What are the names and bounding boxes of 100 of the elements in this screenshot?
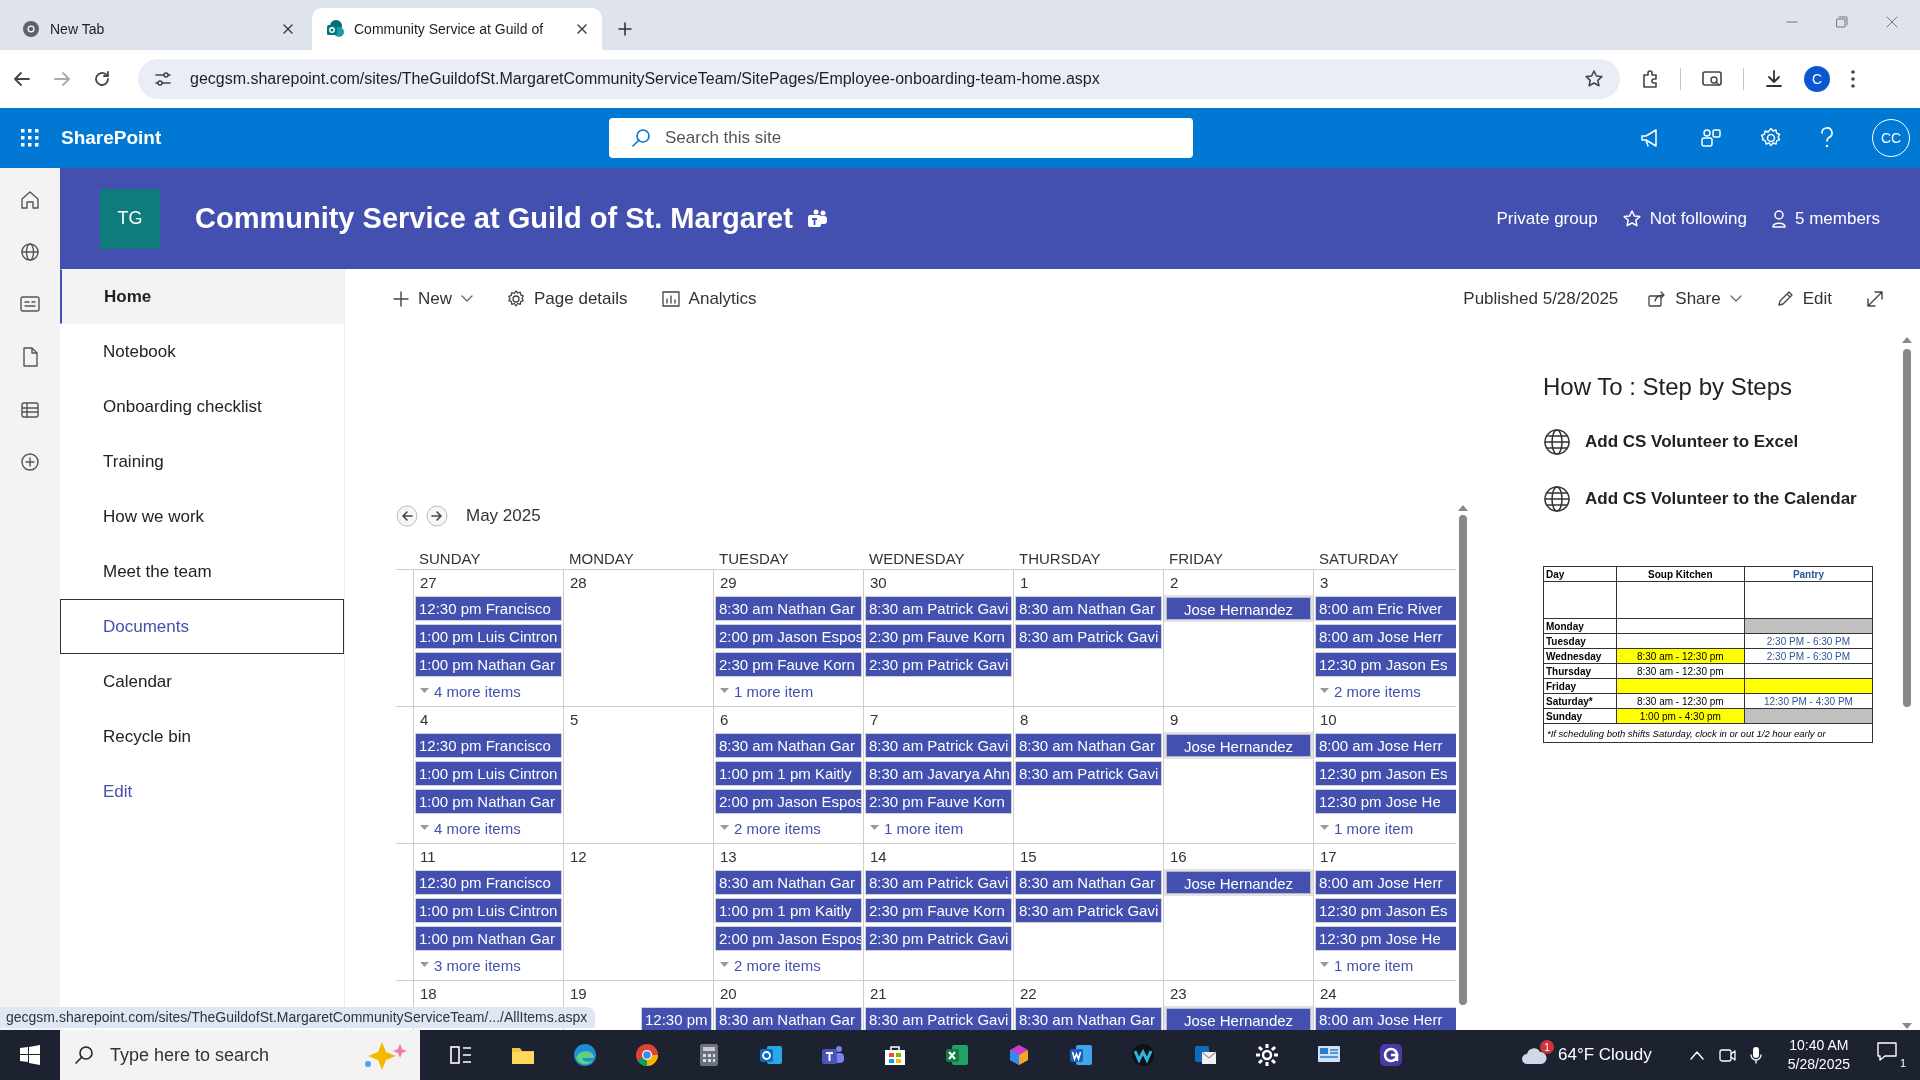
- share-icon[interactable]: [1700, 127, 1722, 149]
- calendar-event[interactable]: 12:30 pm Jason Es: [1316, 899, 1456, 922]
- members-button[interactable]: 5 members: [1770, 208, 1880, 229]
- share-button[interactable]: Share: [1648, 288, 1742, 309]
- new-tab-icon[interactable]: [618, 22, 632, 36]
- calendar-event[interactable]: 8:30 am Nathan Gar: [1016, 597, 1161, 620]
- follow-button[interactable]: Not following: [1621, 208, 1747, 229]
- calendar-event[interactable]: 1:00 pm Nathan Gar: [416, 927, 561, 950]
- more-items-link[interactable]: 4 more items: [416, 818, 561, 838]
- calendar-event[interactable]: 8:30 am Patrick Gavi: [1016, 625, 1161, 648]
- calendar-event[interactable]: 2:30 pm Fauve Korn: [866, 625, 1011, 648]
- document-app-icon[interactable]: [1068, 1042, 1094, 1068]
- app-name[interactable]: SharePoint: [61, 127, 609, 149]
- browser-icon[interactable]: [634, 1042, 660, 1068]
- calendar-event[interactable]: 8:30 am Patrick Gavi: [866, 871, 1011, 894]
- calendar-event[interactable]: Jose Hernandez: [1166, 1008, 1311, 1030]
- calendar-event[interactable]: 1:00 pm Luis Cintron: [416, 899, 561, 922]
- calendar-event[interactable]: 12:30 pm Jose He: [1316, 790, 1456, 813]
- calendar-event[interactable]: 8:30 am Nathan Gar: [1016, 871, 1161, 894]
- analytics-button[interactable]: Analytics: [661, 288, 757, 309]
- calendar-event[interactable]: Jose Hernandez: [1166, 871, 1311, 894]
- nav-item[interactable]: Calendar: [60, 654, 344, 709]
- expand-icon[interactable]: [1866, 289, 1884, 308]
- chevron-up-icon[interactable]: [1689, 1050, 1704, 1060]
- next-month-icon[interactable]: [426, 505, 448, 527]
- calendar-event[interactable]: 2:30 pm Fauve Korn: [716, 653, 861, 676]
- more-items-link[interactable]: 2 more items: [716, 955, 861, 975]
- notifications-button[interactable]: 1: [1876, 1041, 1906, 1069]
- calendar-event[interactable]: 12:30 pm Francisco: [416, 734, 561, 757]
- scrollbar[interactable]: [1902, 336, 1912, 1030]
- calendar-event[interactable]: 8:30 am Nathan Gar: [716, 734, 861, 757]
- calendar-event[interactable]: 8:30 am Patrick Gavi: [1016, 762, 1161, 785]
- app-launcher-icon[interactable]: [21, 129, 39, 147]
- calendar-event[interactable]: 12:30 pm Jose He: [1316, 927, 1456, 950]
- calendar-event[interactable]: 12:30 pm Francisco: [416, 871, 561, 894]
- more-items-link[interactable]: 2 more items: [716, 818, 861, 838]
- calendar-event[interactable]: 12:30 pm Jason Es: [1316, 762, 1456, 785]
- nav-item[interactable]: Training: [60, 434, 344, 489]
- edit-button[interactable]: Edit: [1775, 288, 1832, 309]
- calendar-event[interactable]: 1:00 pm Luis Cintron: [416, 625, 561, 648]
- calendar-event[interactable]: 8:00 am Jose Herr: [1316, 625, 1456, 648]
- bookmark-star-icon[interactable]: [1584, 69, 1604, 89]
- calendar-event[interactable]: 1:00 pm Luis Cintron: [416, 762, 561, 785]
- calendar-event[interactable]: 1:00 pm Nathan Gar: [416, 653, 561, 676]
- more-items-link[interactable]: 4 more items: [416, 681, 561, 701]
- profile-avatar[interactable]: C: [1804, 66, 1830, 92]
- address-bar[interactable]: gecgsm.sharepoint.com/sites/TheGuildofSt.MargaretCommunityServiceTeam/SitePages/Employee-onboarding-team-home.aspx: [138, 59, 1620, 99]
- more-items-link[interactable]: 1 more item: [1316, 818, 1456, 838]
- close-icon[interactable]: [576, 23, 588, 35]
- nav-item[interactable]: Recycle bin: [60, 709, 344, 764]
- calendar-event[interactable]: 8:00 am Jose Herr: [1316, 871, 1456, 894]
- more-items-link[interactable]: 1 more item: [716, 681, 861, 701]
- browser-icon[interactable]: [572, 1042, 598, 1068]
- page-details-button[interactable]: Page details: [507, 288, 628, 309]
- previous-month-icon[interactable]: [396, 505, 418, 527]
- home-icon[interactable]: [20, 190, 40, 210]
- calendar-event[interactable]: 8:00 am Eric River: [1316, 597, 1456, 620]
- calendar-event[interactable]: 8:30 am Javarya Ahn: [866, 762, 1011, 785]
- meet-now-icon[interactable]: [1717, 1046, 1736, 1064]
- more-items-link[interactable]: 2 more items: [1316, 681, 1456, 701]
- calendar-event[interactable]: 12:30 pm Jason Es: [1316, 653, 1456, 676]
- restore-icon[interactable]: [1836, 16, 1848, 28]
- calendar-event[interactable]: 8:30 am Nathan Gar: [716, 1008, 861, 1030]
- calendar-event[interactable]: 8:30 am Patrick Gavi: [866, 1008, 1011, 1030]
- news-icon[interactable]: [19, 294, 41, 314]
- meeting-app-icon[interactable]: [1130, 1042, 1156, 1068]
- taskbar-search-field[interactable]: Type here to search: [60, 1030, 420, 1080]
- nav-item[interactable]: How we work: [60, 489, 344, 544]
- calendar-event[interactable]: 8:30 am Nathan Gar: [1016, 734, 1161, 757]
- quick-link[interactable]: Add CS Volunteer to the Calendar: [1543, 483, 1883, 514]
- extensions-icon[interactable]: [1640, 69, 1660, 89]
- more-items-link[interactable]: 1 more item: [1316, 955, 1456, 975]
- calendar-event[interactable]: 2:30 pm Fauve Korn: [866, 790, 1011, 813]
- calendar-event[interactable]: 8:30 am Nathan Gar: [716, 871, 861, 894]
- calendar-event[interactable]: 1:00 pm 1 pm Kaitly: [716, 762, 861, 785]
- list-icon[interactable]: [20, 400, 40, 420]
- calendar-event[interactable]: 8:00 am Jose Herr: [1316, 734, 1456, 757]
- calendar-event[interactable]: 8:30 am Nathan Gar: [1016, 1008, 1161, 1030]
- search-field[interactable]: Search this site: [609, 118, 1193, 158]
- nav-item[interactable]: Home: [60, 269, 344, 324]
- back-icon[interactable]: [12, 69, 32, 89]
- more-icon[interactable]: [1850, 69, 1856, 89]
- nav-item[interactable]: Meet the team: [60, 544, 344, 599]
- reload-icon[interactable]: [92, 69, 112, 89]
- calendar-event[interactable]: 8:30 am Patrick Gavi: [1016, 899, 1161, 922]
- nav-item[interactable]: Onboarding checklist: [60, 379, 344, 434]
- calendar-event[interactable]: 1:00 pm 1 pm Kaitly: [716, 899, 861, 922]
- calendar-event[interactable]: 2:30 pm Fauve Korn: [866, 899, 1011, 922]
- browser-tab[interactable]: New Tab: [8, 8, 308, 50]
- nav-item[interactable]: Notebook: [60, 324, 344, 379]
- windows-icon[interactable]: [20, 1045, 40, 1065]
- calendar-event[interactable]: Jose Hernandez: [1166, 734, 1311, 757]
- calendar-event[interactable]: Jose Hernandez: [1166, 597, 1311, 620]
- cast-icon[interactable]: [1701, 69, 1723, 89]
- globe-icon[interactable]: [20, 242, 40, 262]
- add-icon[interactable]: [20, 452, 40, 472]
- calendar-event[interactable]: 8:30 am Patrick Gavi: [866, 597, 1011, 620]
- nav-item[interactable]: Documents: [60, 599, 344, 654]
- calendar-event[interactable]: 1:00 pm Nathan Gar: [416, 790, 561, 813]
- calendar-event[interactable]: 8:30 am Nathan Gar: [716, 597, 861, 620]
